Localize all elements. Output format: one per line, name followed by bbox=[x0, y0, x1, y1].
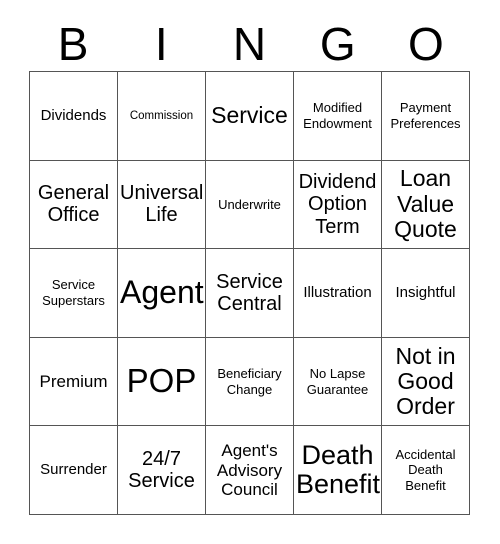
bingo-cell-label: Commission bbox=[129, 109, 194, 122]
bingo-cell-label: Beneficiary Change bbox=[217, 366, 282, 397]
header-letter-g: G bbox=[319, 17, 356, 70]
bingo-cell-label: Payment Preferences bbox=[390, 100, 461, 131]
bingo-cell-label: Modified Endowment bbox=[303, 100, 372, 131]
bingo-card: B I N G O Dividends Commission Service Modi… bbox=[0, 0, 500, 544]
bingo-cell-label: Death Benefit bbox=[296, 440, 381, 500]
bingo-cell[interactable]: Accidental Death Benefit bbox=[382, 426, 470, 515]
bingo-cell[interactable]: Service bbox=[206, 72, 294, 161]
bingo-cell[interactable]: Payment Preferences bbox=[382, 72, 470, 161]
bingo-cell[interactable]: Underwrite bbox=[206, 160, 294, 250]
bingo-cell-label: Loan Value Quote bbox=[394, 165, 457, 243]
bingo-cell[interactable]: Insightful bbox=[382, 249, 470, 338]
bingo-cell[interactable]: Surrender bbox=[30, 426, 118, 515]
bingo-cell-label: Accidental Death Benefit bbox=[395, 446, 456, 493]
bingo-header: B I N G O bbox=[29, 16, 470, 71]
bingo-cell-label: General Office bbox=[37, 182, 110, 227]
bingo-cell[interactable]: Dividends bbox=[30, 72, 118, 161]
bingo-cell[interactable]: Service Superstars bbox=[30, 249, 118, 338]
bingo-cell-label: Surrender bbox=[40, 461, 107, 479]
bingo-cell[interactable]: Premium bbox=[30, 337, 118, 427]
bingo-cell[interactable]: General Office bbox=[30, 160, 118, 250]
bingo-cell[interactable]: Beneficiary Change bbox=[206, 337, 294, 427]
bingo-cell[interactable]: Loan Value Quote bbox=[382, 160, 470, 250]
bingo-cell-label: Not in Good Order bbox=[395, 342, 456, 420]
bingo-cell[interactable]: Service Central bbox=[206, 249, 294, 338]
bingo-cell-label: Underwrite bbox=[218, 196, 281, 212]
bingo-cell-label: Agent bbox=[120, 274, 204, 311]
bingo-cell[interactable]: Not in Good Order bbox=[382, 337, 470, 427]
bingo-cell[interactable]: No Lapse Guarantee bbox=[294, 337, 382, 427]
bingo-cell[interactable]: Universal Life bbox=[118, 160, 206, 250]
bingo-cell-label: Insightful bbox=[395, 284, 456, 302]
bingo-grid: Dividends Commission Service Modified Endow… bbox=[29, 71, 470, 515]
bingo-cell-label: 24/7 Service bbox=[128, 447, 195, 493]
bingo-cell-label: Universal Life bbox=[120, 182, 204, 227]
bingo-cell[interactable]: Commission bbox=[118, 72, 206, 161]
bingo-cell-label: Service Superstars bbox=[42, 277, 105, 308]
bingo-cell[interactable]: Modified Endowment bbox=[294, 72, 382, 161]
header-letter-n: N bbox=[232, 17, 267, 70]
bingo-cell-label: Dividend Option Term bbox=[298, 170, 377, 238]
header-letter-i: I bbox=[154, 17, 168, 70]
header-letter-b: B bbox=[57, 17, 89, 70]
bingo-cell-label: Service Central bbox=[216, 270, 283, 315]
bingo-cell[interactable]: POP bbox=[118, 337, 206, 427]
bingo-cell[interactable]: Death Benefit bbox=[294, 426, 382, 515]
bingo-cell-label: Illustration bbox=[303, 284, 372, 302]
bingo-cell[interactable]: Dividend Option Term bbox=[294, 160, 382, 250]
bingo-cell-label: Agent's Advisory Council bbox=[216, 441, 283, 499]
bingo-cell[interactable]: Illustration bbox=[294, 249, 382, 338]
bingo-cell-label: Premium bbox=[39, 371, 108, 391]
bingo-cell[interactable]: 24/7 Service bbox=[118, 426, 206, 515]
bingo-cell-label: Service bbox=[211, 102, 288, 129]
bingo-cell[interactable]: Agent's Advisory Council bbox=[206, 426, 294, 515]
bingo-cell-label: POP bbox=[126, 362, 197, 400]
bingo-cell-label: No Lapse Guarantee bbox=[306, 366, 369, 397]
bingo-cell[interactable]: Agent bbox=[118, 249, 206, 338]
bingo-cell-label: Dividends bbox=[40, 106, 107, 124]
header-letter-o: O bbox=[408, 17, 444, 70]
